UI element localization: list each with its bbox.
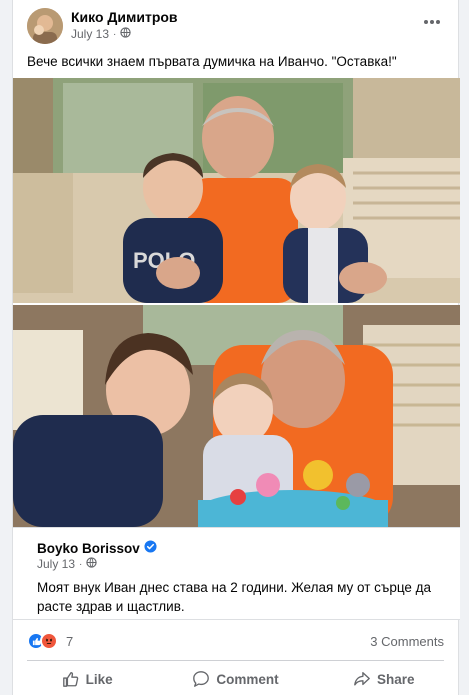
reaction-count: 7: [66, 633, 74, 649]
meta-separator: ·: [113, 28, 117, 40]
shared-author[interactable]: Boyko Borissov: [37, 540, 157, 556]
share-label: Share: [377, 671, 415, 687]
globe-icon: [120, 27, 132, 41]
post-author-name[interactable]: Кико Димитров: [71, 9, 178, 25]
angry-icon: [40, 632, 58, 650]
post-text: Вече всички знаем първата думичка на Ива…: [27, 54, 397, 69]
more-dots-icon: [424, 20, 440, 24]
shared-post-text: Моят внук Иван днес става на 2 години. Ж…: [37, 580, 432, 614]
post-date[interactable]: July 13: [71, 27, 109, 41]
post-actions-bar: Like Comment Share: [13, 663, 458, 695]
globe-icon: [86, 557, 98, 571]
more-options-button[interactable]: [420, 12, 444, 32]
shared-meta: July 13 ·: [37, 557, 98, 571]
post-photo-2[interactable]: [13, 305, 460, 527]
post-meta: July 13 ·: [71, 27, 132, 41]
verified-badge-icon: [144, 540, 157, 556]
comment-label: Comment: [216, 671, 279, 687]
comment-button[interactable]: Comment: [161, 663, 309, 695]
author-avatar[interactable]: [27, 8, 63, 44]
share-button[interactable]: Share: [310, 663, 458, 695]
actions-divider: [27, 660, 444, 661]
shared-author-name[interactable]: Boyko Borissov: [37, 541, 140, 556]
shared-meta-separator: ·: [79, 558, 83, 570]
share-arrow-icon: [353, 670, 371, 688]
post-header: Кико Димитров July 13 ·: [13, 0, 458, 46]
comment-icon: [192, 670, 210, 688]
comments-count[interactable]: 3 Comments: [370, 634, 444, 649]
reactions-summary[interactable]: 7: [27, 632, 73, 650]
post-card: Кико Димитров July 13 · Вече всички знае…: [12, 0, 460, 695]
like-label: Like: [85, 671, 113, 687]
like-button[interactable]: Like: [13, 663, 161, 695]
thumbs-up-icon: [62, 670, 80, 688]
shared-date[interactable]: July 13: [37, 557, 75, 571]
post-photo-1[interactable]: POLO: [13, 78, 460, 303]
